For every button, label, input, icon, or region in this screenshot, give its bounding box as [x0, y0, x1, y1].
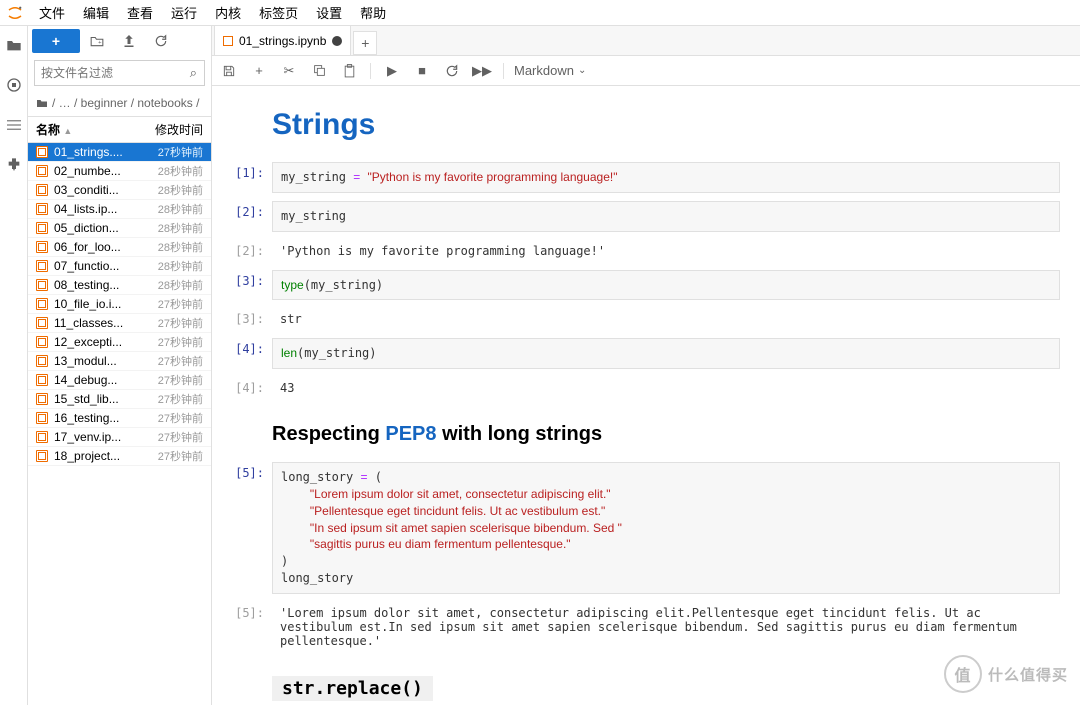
- notebook-panel: Strings [1]:my_string = "Python is my fa…: [212, 86, 1080, 705]
- file-row[interactable]: 11_classes...27秒钟前: [28, 314, 211, 333]
- file-row[interactable]: 05_diction...28秒钟前: [28, 219, 211, 238]
- output-cell: [4]:43: [212, 375, 1080, 401]
- notebook-icon: [223, 36, 233, 46]
- notebook-icon: [36, 260, 48, 272]
- cut-icon[interactable]: ✂: [278, 63, 300, 79]
- file-row[interactable]: 17_venv.ip...27秒钟前: [28, 428, 211, 447]
- code-cell[interactable]: [5]: long_story = ( "Lorem ipsum dolor s…: [212, 460, 1080, 596]
- unsaved-indicator-icon: [332, 36, 342, 46]
- notebook-icon: [36, 146, 48, 158]
- notebook-icon: [36, 412, 48, 424]
- output-cell: [2]:'Python is my favorite programming l…: [212, 238, 1080, 264]
- search-icon: ⌕: [190, 65, 197, 81]
- heading-replace: str.replace(): [272, 660, 1060, 705]
- stop-icon[interactable]: ■: [411, 63, 433, 78]
- code-cell[interactable]: [3]:type(my_string): [212, 268, 1080, 303]
- file-row[interactable]: 13_modul...27秒钟前: [28, 352, 211, 371]
- filter-input[interactable]: [34, 60, 205, 86]
- jupyter-logo: [4, 2, 26, 24]
- menu-查看[interactable]: 查看: [118, 0, 162, 26]
- svg-text:+: +: [98, 40, 102, 46]
- menu-设置[interactable]: 设置: [307, 0, 351, 26]
- new-folder-icon[interactable]: +: [82, 29, 112, 53]
- notebook-icon: [36, 431, 48, 443]
- notebook-icon: [36, 203, 48, 215]
- heading-strings: Strings: [272, 98, 1060, 154]
- notebook-icon: [36, 355, 48, 367]
- notebook-icon: [36, 279, 48, 291]
- file-row[interactable]: 10_file_io.i...27秒钟前: [28, 295, 211, 314]
- tab-title: 01_strings.ipynb: [239, 34, 326, 48]
- file-row[interactable]: 07_functio...28秒钟前: [28, 257, 211, 276]
- watermark: 值 什么值得买: [944, 655, 1068, 693]
- menubar: 文件编辑查看运行内核标签页设置帮助: [0, 0, 1080, 26]
- restart-icon[interactable]: [441, 64, 463, 78]
- activity-bar: [0, 26, 28, 705]
- notebook-toolbar: + ✂ ▶ ■ ▶▶ Markdown⌄: [212, 56, 1080, 86]
- save-icon[interactable]: [218, 64, 240, 78]
- extensions-icon[interactable]: [5, 156, 23, 174]
- restart-run-icon[interactable]: ▶▶: [471, 63, 493, 79]
- file-row[interactable]: 03_conditi...28秒钟前: [28, 181, 211, 200]
- tab-bar: 01_strings.ipynb +: [212, 26, 1080, 56]
- menu-帮助[interactable]: 帮助: [351, 0, 395, 26]
- file-row[interactable]: 04_lists.ip...28秒钟前: [28, 200, 211, 219]
- upload-icon[interactable]: [114, 29, 144, 53]
- notebook-icon: [36, 241, 48, 253]
- code-cell[interactable]: [4]:len(my_string): [212, 336, 1080, 371]
- refresh-icon[interactable]: [146, 29, 176, 53]
- tab-notebook[interactable]: 01_strings.ipynb: [214, 26, 351, 55]
- breadcrumb[interactable]: / … / beginner / notebooks /: [28, 90, 211, 116]
- notebook-icon: [36, 317, 48, 329]
- file-row[interactable]: 15_std_lib...27秒钟前: [28, 390, 211, 409]
- paste-icon[interactable]: [338, 64, 360, 78]
- notebook-icon: [36, 336, 48, 348]
- notebook-icon: [36, 450, 48, 462]
- toc-icon[interactable]: [5, 116, 23, 134]
- cell-type-selector[interactable]: Markdown⌄: [514, 63, 586, 78]
- running-icon[interactable]: [5, 76, 23, 94]
- output-cell: [3]:str: [212, 306, 1080, 332]
- menu-文件[interactable]: 文件: [30, 0, 74, 26]
- file-row[interactable]: 14_debug...27秒钟前: [28, 371, 211, 390]
- notebook-icon: [36, 298, 48, 310]
- copy-icon[interactable]: [308, 64, 330, 77]
- file-list-header[interactable]: 名称 ▲ 修改时间: [28, 116, 211, 143]
- file-row[interactable]: 01_strings....27秒钟前: [28, 143, 211, 162]
- file-row[interactable]: 08_testing...28秒钟前: [28, 276, 211, 295]
- file-browser: + + ⌕ / … / beginner / notebooks / 名称 ▲ …: [28, 26, 212, 705]
- menu-运行[interactable]: 运行: [162, 0, 206, 26]
- code-cell[interactable]: [1]:my_string = "Python is my favorite p…: [212, 160, 1080, 195]
- notebook-icon: [36, 393, 48, 405]
- notebook-icon: [36, 165, 48, 177]
- menu-标签页[interactable]: 标签页: [250, 0, 307, 26]
- file-row[interactable]: 16_testing...27秒钟前: [28, 409, 211, 428]
- insert-cell-icon[interactable]: +: [248, 63, 270, 78]
- code-cell[interactable]: [2]:my_string: [212, 199, 1080, 234]
- output-cell: [5]: 'Lorem ipsum dolor sit amet, consec…: [212, 600, 1080, 654]
- file-row[interactable]: 18_project...27秒钟前: [28, 447, 211, 466]
- run-icon[interactable]: ▶: [381, 63, 403, 79]
- menu-内核[interactable]: 内核: [206, 0, 250, 26]
- new-tab-button[interactable]: +: [353, 31, 377, 55]
- notebook-icon: [36, 374, 48, 386]
- file-row[interactable]: 12_excepti...27秒钟前: [28, 333, 211, 352]
- heading-pep8: Respecting PEP8 with long strings: [272, 407, 1060, 454]
- menu-编辑[interactable]: 编辑: [74, 0, 118, 26]
- new-launcher-button[interactable]: +: [32, 29, 80, 53]
- file-row[interactable]: 02_numbe...28秒钟前: [28, 162, 211, 181]
- notebook-icon: [36, 222, 48, 234]
- folder-icon[interactable]: [5, 36, 23, 54]
- notebook-icon: [36, 184, 48, 196]
- file-row[interactable]: 06_for_loo...28秒钟前: [28, 238, 211, 257]
